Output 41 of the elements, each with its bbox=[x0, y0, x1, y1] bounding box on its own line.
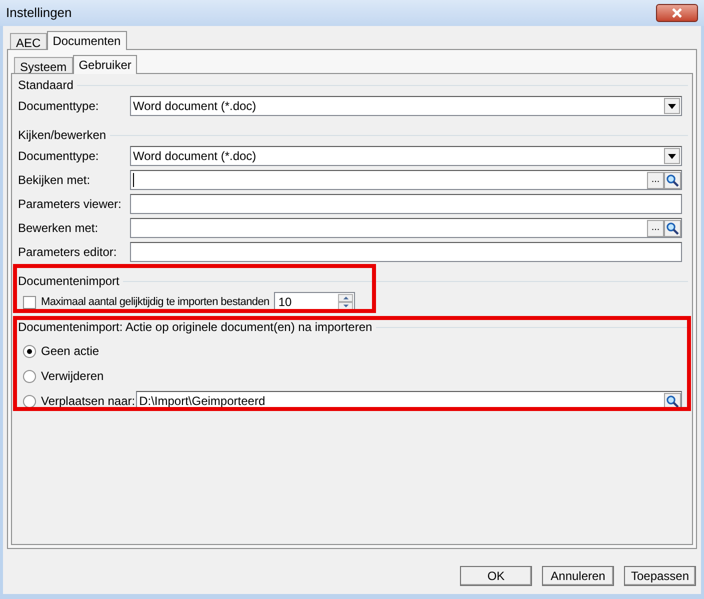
dropdown[interactable]: Word document (*.doc) bbox=[130, 146, 682, 166]
dropdown[interactable]: Word document (*.doc) bbox=[130, 96, 682, 116]
field-label: Parameters viewer: bbox=[18, 196, 122, 213]
input-field[interactable] bbox=[130, 194, 682, 214]
field-label: Bekijken met: bbox=[18, 172, 92, 189]
field-label: Parameters editor: bbox=[18, 244, 118, 261]
window-title: Instellingen bbox=[6, 4, 72, 22]
dialog-button[interactable]: Toepassen bbox=[624, 566, 696, 586]
search-button[interactable] bbox=[664, 220, 681, 236]
checkbox-label: Maximaal aantal gelijktijdig te importen bestanden bbox=[41, 294, 270, 310]
tab[interactable]: Gebruiker bbox=[72, 55, 138, 74]
search-icon bbox=[666, 394, 679, 408]
group-title: Documentenimport bbox=[18, 273, 120, 290]
input-field[interactable]: ... bbox=[130, 170, 682, 190]
dialog-button[interactable]: Annuleren bbox=[542, 566, 614, 586]
tab[interactable]: Documenten bbox=[46, 31, 127, 50]
input-field[interactable]: ... bbox=[130, 218, 682, 238]
checkbox[interactable] bbox=[23, 296, 36, 308]
dialog-button[interactable]: OK bbox=[460, 566, 532, 586]
field-label: Bewerken met: bbox=[18, 220, 100, 237]
group-title: Kijken/bewerken bbox=[18, 127, 108, 144]
radio-label: Verwijderen bbox=[41, 368, 104, 385]
field-label: Documenttype: bbox=[18, 148, 100, 165]
tab[interactable]: Systeem bbox=[14, 57, 73, 73]
browse-button[interactable]: ... bbox=[647, 172, 664, 188]
close-icon bbox=[671, 8, 683, 18]
search-button[interactable] bbox=[664, 172, 681, 188]
field-label: Documenttype: bbox=[18, 98, 100, 115]
radio-label: Verplaatsen naar: bbox=[41, 393, 136, 410]
radio-button[interactable] bbox=[23, 370, 36, 382]
search-icon bbox=[666, 174, 679, 186]
radio-button[interactable] bbox=[23, 394, 36, 408]
browse-button[interactable]: ... bbox=[647, 220, 664, 236]
group-title: Documentenimport: Actie op originele document(en) na importeren bbox=[18, 319, 374, 336]
group-title: Standaard bbox=[18, 77, 74, 94]
radio-button[interactable] bbox=[23, 344, 36, 358]
input-field[interactable] bbox=[130, 242, 682, 262]
search-icon bbox=[666, 222, 679, 234]
close-button[interactable] bbox=[656, 4, 698, 22]
tab[interactable]: AEC bbox=[10, 33, 47, 49]
radio-label: Geen actie bbox=[41, 343, 100, 360]
